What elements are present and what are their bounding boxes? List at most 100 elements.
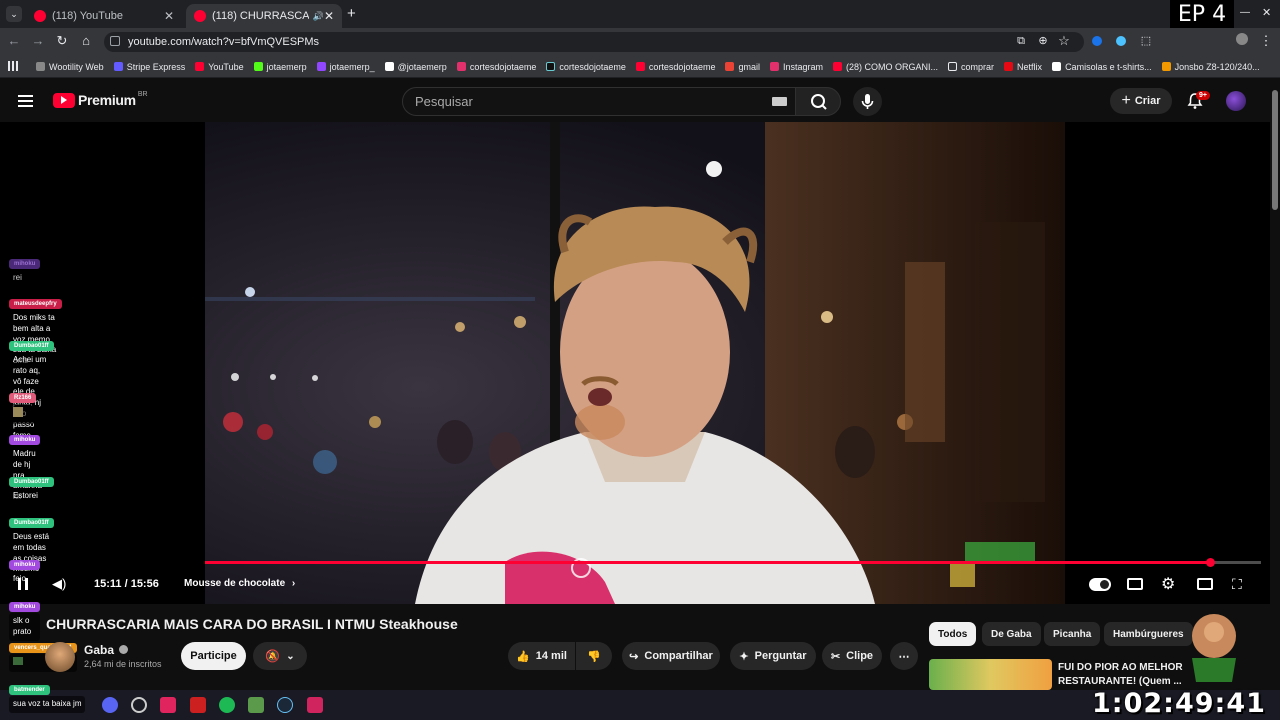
fullscreen-icon[interactable]: ⛶ <box>1232 576 1242 593</box>
notification-count-badge: 9+ <box>1196 91 1210 100</box>
chat-emote <box>9 404 37 424</box>
channel-name[interactable]: Gaba <box>84 643 129 657</box>
audio-playing-icon[interactable]: 🔊 <box>313 11 324 22</box>
microphone-icon <box>861 94 874 109</box>
youtube-favicon-icon <box>34 10 46 22</box>
apps-grid-icon[interactable] <box>8 61 18 71</box>
taskbar-app-icon[interactable] <box>307 697 323 713</box>
extension-icon[interactable] <box>1092 36 1102 46</box>
youtube-favicon-icon <box>194 10 206 22</box>
bookmark-item[interactable]: YouTube <box>195 62 244 72</box>
chip-picanha[interactable]: Picanha <box>1044 622 1101 646</box>
tab-search-button[interactable]: ⌄ <box>6 6 22 22</box>
window-minimize-icon[interactable]: — <box>1240 7 1250 18</box>
close-tab-icon[interactable]: ✕ <box>324 9 334 23</box>
bookmark-item[interactable]: Wootility Web <box>36 62 104 72</box>
chat-username: Dumbao01ff <box>9 518 54 528</box>
more-actions-button[interactable]: ⋯ <box>890 642 918 670</box>
join-button[interactable]: Participe <box>181 642 246 670</box>
back-arrow-icon[interactable]: ← <box>6 33 22 49</box>
autoplay-toggle[interactable] <box>1089 578 1111 591</box>
address-bar[interactable]: youtube.com/watch?v=bfVmQVESPMs <box>104 32 1084 52</box>
profile-avatar-icon[interactable] <box>1234 33 1250 49</box>
chip-from-channel[interactable]: De Gaba <box>982 622 1041 646</box>
verified-check-icon <box>119 645 129 654</box>
browser-tab-youtube[interactable]: (118) YouTube ✕ <box>26 4 182 28</box>
window-close-icon[interactable]: ✕ <box>1262 6 1271 19</box>
bookmark-item[interactable]: jotaemerp_ <box>316 62 375 72</box>
pause-icon[interactable] <box>18 578 28 590</box>
reload-icon[interactable]: ↻ <box>54 33 70 49</box>
steam-icon[interactable] <box>277 697 293 713</box>
bookmark-star-icon[interactable]: ☆ <box>1056 33 1072 49</box>
time-display: 15:11 / 15:56 <box>94 578 159 590</box>
spotify-icon[interactable] <box>219 697 235 713</box>
subscriber-count: 2,64 mi de inscritos <box>84 659 162 669</box>
emote-icon <box>13 407 23 417</box>
search-button[interactable] <box>795 87 841 116</box>
dislike-button[interactable]: 👎 <box>576 642 612 670</box>
video-frame[interactable] <box>205 122 1065 604</box>
share-button[interactable]: ↪ Compartilhar <box>622 642 720 670</box>
install-app-icon[interactable]: ⧉ <box>1013 33 1029 49</box>
close-tab-icon[interactable]: ✕ <box>164 9 174 23</box>
search-placeholder: Pesquisar <box>415 94 473 109</box>
bookmark-item[interactable]: cortesdojotaeme <box>635 62 715 72</box>
subscribed-bell-button[interactable]: 🔕 ⌄ <box>253 642 307 670</box>
zoom-icon[interactable]: ⊕ <box>1035 33 1051 49</box>
bookmark-item[interactable]: Camisolas e t-shirts... <box>1052 62 1152 72</box>
bookmark-item[interactable]: cortesdojotaeme <box>456 62 536 72</box>
taskbar-app-icon[interactable] <box>131 697 147 713</box>
extensions-puzzle-icon[interactable]: ⬚ <box>1138 33 1154 49</box>
keyboard-icon[interactable] <box>772 97 787 106</box>
search-input[interactable]: Pesquisar <box>402 87 796 116</box>
miniplayer-icon[interactable] <box>1197 578 1213 590</box>
youtube-logo[interactable]: Premium BR <box>53 91 148 108</box>
scrollbar-thumb[interactable] <box>1272 90 1278 210</box>
taskbar-app-icon[interactable] <box>102 697 118 713</box>
bookmark-item[interactable]: @jotaemerp <box>384 62 447 72</box>
menu-hamburger-icon[interactable] <box>18 95 33 107</box>
browser-tab-video[interactable]: (118) CHURRASCARIA MAI 🔊 ✕ <box>186 4 342 28</box>
voice-search-button[interactable] <box>853 87 882 116</box>
bookmark-item[interactable]: (28) COMO ORGANI... <box>833 62 938 72</box>
create-button[interactable]: + Criar <box>1110 88 1172 114</box>
chat-message: mihoku slk o prato <box>9 595 41 641</box>
browser-menu-icon[interactable]: ⋮ <box>1258 33 1274 49</box>
bookmark-folder[interactable]: comprar <box>948 62 994 72</box>
create-label: Criar <box>1134 95 1161 107</box>
bookmark-item[interactable]: gmail <box>725 62 760 72</box>
channel-avatar[interactable] <box>45 642 75 672</box>
chat-username: mihoku <box>9 560 41 570</box>
extension-icon[interactable] <box>1116 36 1126 46</box>
like-button[interactable]: 👍 14 mil <box>508 642 575 670</box>
video-progress-bar[interactable] <box>205 558 1261 567</box>
account-avatar[interactable] <box>1226 91 1246 111</box>
bookmark-item[interactable]: Netflix <box>1004 62 1042 72</box>
ask-button[interactable]: ✦ Perguntar <box>730 642 816 670</box>
volume-icon[interactable]: ◀) <box>52 576 66 592</box>
bell-off-icon: 🔕 <box>265 649 281 663</box>
chat-message: batmender sua voz ta baixa jm <box>9 678 86 713</box>
subtitles-icon[interactable] <box>1127 578 1143 590</box>
taskbar-app-icon[interactable] <box>248 697 264 713</box>
taskbar-app-icon[interactable] <box>190 697 206 713</box>
forward-arrow-icon[interactable]: → <box>30 33 46 49</box>
home-icon[interactable]: ⌂ <box>78 33 94 49</box>
bookmark-item[interactable]: Stripe Express <box>113 62 185 72</box>
chip-all[interactable]: Todos <box>929 622 977 646</box>
clip-button[interactable]: ✂ Clipe <box>822 642 882 670</box>
settings-gear-icon[interactable]: ⚙ <box>1161 574 1175 594</box>
site-info-icon[interactable] <box>110 36 120 46</box>
recommendation-thumbnail[interactable] <box>929 659 1052 690</box>
bookmark-item[interactable]: cortesdojotaeme <box>546 62 626 72</box>
thumbs-down-icon: 👎 <box>587 650 601 663</box>
bookmark-item[interactable]: jotaemerp <box>253 62 307 72</box>
new-tab-button[interactable]: + <box>347 5 356 22</box>
taskbar-app-icon[interactable] <box>160 697 176 713</box>
chapter-title-button[interactable]: Mousse de chocolate › <box>184 578 295 589</box>
chapter-title: Mousse de chocolate <box>184 578 286 589</box>
chat-text: Estorei <box>9 488 54 505</box>
bookmark-item[interactable]: Instagram <box>769 62 823 72</box>
bookmark-item[interactable]: Jonsbo Z8-120/240... <box>1161 62 1260 72</box>
